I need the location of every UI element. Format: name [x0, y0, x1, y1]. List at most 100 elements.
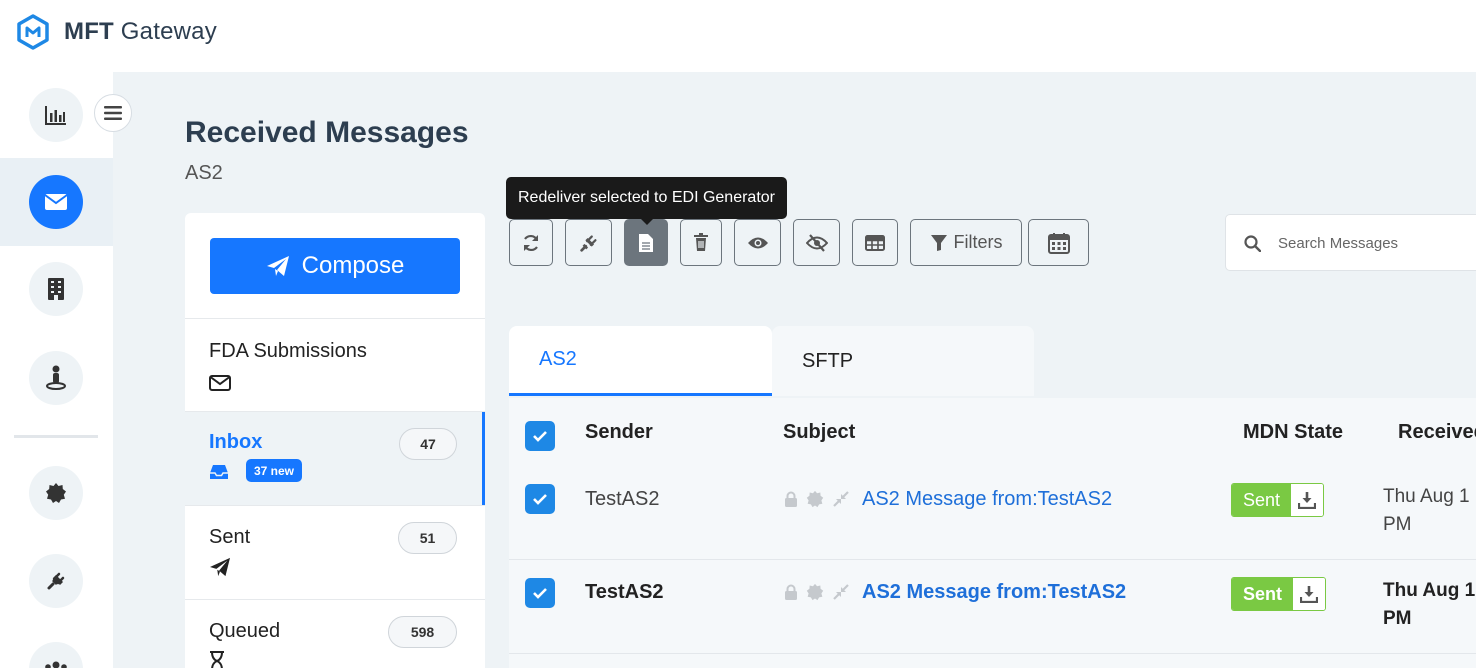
- envelope-icon: [209, 375, 231, 391]
- column-header-subject[interactable]: Subject: [783, 421, 855, 444]
- plug-icon: [579, 234, 597, 252]
- inbox-tray-icon: [210, 465, 228, 479]
- calendar-icon: [1047, 232, 1070, 254]
- top-bar: MFT Gateway: [0, 0, 1476, 72]
- rail-divider: [14, 435, 98, 438]
- search-icon: [1244, 235, 1261, 252]
- sender-cell: TestAS2: [585, 581, 664, 603]
- folder-panel: Compose FDA Submissions Inbox 47 37 new …: [185, 213, 485, 668]
- messages-table: Sender Subject MDN State Received TestAS…: [509, 398, 1476, 668]
- row-checkbox[interactable]: [525, 484, 555, 514]
- filter-icon: [930, 234, 947, 251]
- lock-icon: [785, 584, 797, 600]
- users-icon: [45, 661, 67, 668]
- search-input[interactable]: [1278, 231, 1468, 255]
- mdn-download-button[interactable]: [1291, 484, 1324, 516]
- new-messages-badge: 37 new: [246, 459, 303, 482]
- rail-user-button[interactable]: [29, 351, 83, 405]
- hamburger-menu-icon: [104, 106, 122, 120]
- person-icon: [46, 365, 66, 390]
- filters-button[interactable]: Filters: [910, 219, 1022, 266]
- envelope-icon: [44, 194, 68, 210]
- message-status-icons: [784, 583, 850, 601]
- columns-button[interactable]: [852, 219, 898, 266]
- folder-sent[interactable]: Sent 51: [185, 505, 485, 599]
- gear-badge-icon: [46, 483, 66, 503]
- mdn-state-group: Sent: [1231, 577, 1327, 611]
- compress-arrows-icon: [833, 584, 849, 600]
- column-header-received[interactable]: Received: [1398, 421, 1476, 444]
- mark-read-button[interactable]: [734, 219, 781, 266]
- plug-icon: [47, 572, 65, 590]
- page-subtitle: AS2: [185, 162, 223, 184]
- folder-name: Queued: [209, 620, 281, 642]
- mdn-state-badge: Sent: [1232, 484, 1292, 516]
- folder-queued[interactable]: Queued 598: [185, 599, 485, 668]
- queued-count-badge: 598: [388, 616, 457, 648]
- table-row[interactable]: TestAS2 AS2 Message from:TestAS2 Sent Th…: [509, 560, 1476, 654]
- received-cell: Thu Aug 1 PM: [1383, 580, 1476, 629]
- delete-button[interactable]: [680, 219, 722, 266]
- toolbar-tooltip: Redeliver selected to EDI Generator: [506, 177, 787, 225]
- rail-building-button[interactable]: [29, 262, 83, 316]
- table-icon: [865, 234, 885, 251]
- tab-as2[interactable]: AS2: [509, 326, 772, 396]
- mdn-state-badge: Sent: [1232, 578, 1294, 610]
- trash-icon: [694, 233, 708, 251]
- table-row[interactable]: TestAS2 AS2 Message from:TestAS2 Sent Th…: [509, 466, 1476, 560]
- download-icon: [1298, 492, 1317, 509]
- rail-messages-button[interactable]: [29, 175, 83, 229]
- redeliver-edi-button[interactable]: [624, 219, 668, 266]
- lock-icon: [785, 491, 797, 507]
- sidebar-toggle-button[interactable]: [94, 94, 132, 132]
- rail-users-button[interactable]: [29, 642, 83, 668]
- subject-link[interactable]: AS2 Message from:TestAS2: [862, 581, 1126, 604]
- mdn-state-group: Sent: [1231, 483, 1325, 517]
- mft-logo-icon[interactable]: [16, 14, 50, 50]
- date-range-button[interactable]: [1028, 219, 1089, 266]
- rail-settings-button[interactable]: [29, 466, 83, 520]
- received-cell: Thu Aug 1 PM: [1383, 486, 1470, 535]
- seal-icon: [806, 583, 824, 601]
- folder-fda-submissions[interactable]: FDA Submissions: [185, 318, 485, 411]
- rail-connections-button[interactable]: [29, 554, 83, 608]
- document-icon: [639, 233, 653, 252]
- left-rail: [0, 72, 113, 668]
- subject-link[interactable]: AS2 Message from:TestAS2: [862, 488, 1112, 511]
- mark-unread-button[interactable]: [793, 219, 840, 266]
- refresh-icon: [524, 234, 538, 251]
- checkmark-icon: [533, 588, 547, 599]
- connection-button[interactable]: [565, 219, 612, 266]
- paper-plane-icon: [266, 256, 289, 276]
- folder-name: FDA Submissions: [209, 340, 367, 362]
- mdn-download-button[interactable]: [1293, 578, 1326, 610]
- hourglass-icon: [210, 651, 224, 668]
- page-title: Received Messages: [185, 116, 469, 149]
- eye-icon: [747, 237, 768, 248]
- search-box[interactable]: [1225, 214, 1476, 271]
- rail-dashboard-button[interactable]: [29, 88, 83, 142]
- sent-count-badge: 51: [398, 522, 457, 554]
- row-checkbox[interactable]: [525, 578, 555, 608]
- inbox-count-badge: 47: [399, 428, 457, 460]
- filters-label: Filters: [953, 232, 1003, 252]
- checkmark-icon: [533, 494, 547, 505]
- tab-sftp[interactable]: SFTP: [772, 326, 1034, 396]
- bar-chart-icon: [45, 106, 66, 125]
- column-header-mdn-state[interactable]: MDN State: [1243, 421, 1343, 444]
- seal-icon: [806, 490, 824, 508]
- compose-button[interactable]: Compose: [210, 238, 460, 294]
- building-icon: [48, 278, 64, 300]
- compose-label: Compose: [301, 252, 405, 279]
- select-all-checkbox[interactable]: [525, 421, 555, 451]
- download-icon: [1300, 586, 1319, 603]
- folder-inbox[interactable]: Inbox 47 37 new: [185, 411, 485, 505]
- refresh-button[interactable]: [509, 219, 553, 266]
- eye-slash-icon: [805, 233, 828, 252]
- column-header-sender[interactable]: Sender: [585, 421, 653, 444]
- folder-name: Inbox: [209, 431, 263, 453]
- brand-name: MFT Gateway: [64, 18, 217, 45]
- compress-arrows-icon: [833, 491, 849, 507]
- message-status-icons: [784, 490, 850, 508]
- paper-plane-icon: [210, 557, 230, 577]
